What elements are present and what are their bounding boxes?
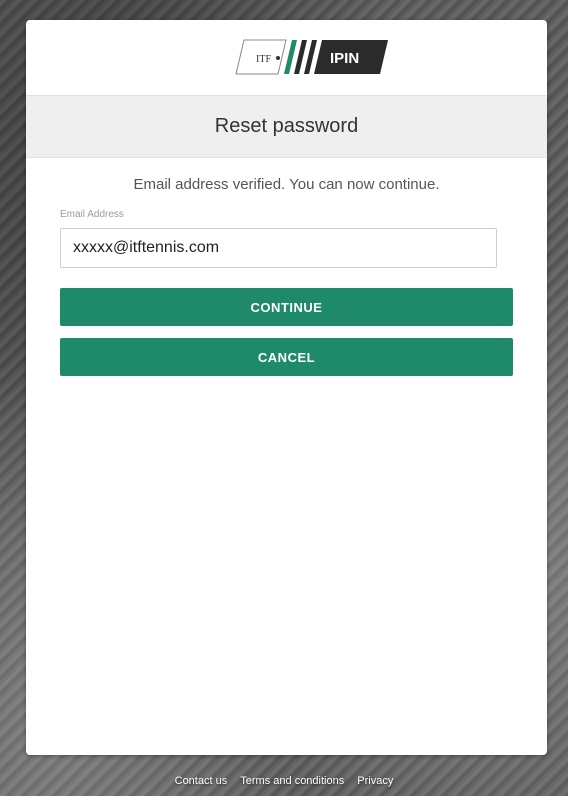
privacy-link[interactable]: Privacy xyxy=(357,775,393,787)
reset-password-card: ITF IPIN Reset password Email address ve… xyxy=(26,20,547,755)
cancel-button[interactable]: CANCEL xyxy=(60,338,513,376)
footer-links: Contact us Terms and conditions Privacy xyxy=(0,775,568,787)
svg-text:ITF: ITF xyxy=(256,54,271,65)
terms-link[interactable]: Terms and conditions xyxy=(240,775,344,787)
status-message: Email address verified. You can now cont… xyxy=(133,176,440,193)
page-title: Reset password xyxy=(214,115,359,137)
logo-header: ITF IPIN xyxy=(26,20,547,95)
email-field[interactable] xyxy=(60,228,497,268)
itf-ipin-logo: ITF IPIN xyxy=(235,39,388,75)
title-bar: Reset password xyxy=(26,95,547,158)
svg-text:IPIN: IPIN xyxy=(330,50,359,67)
continue-button[interactable]: CONTINUE xyxy=(60,288,513,326)
email-label: Email Address xyxy=(60,209,124,220)
contact-us-link[interactable]: Contact us xyxy=(175,775,228,787)
